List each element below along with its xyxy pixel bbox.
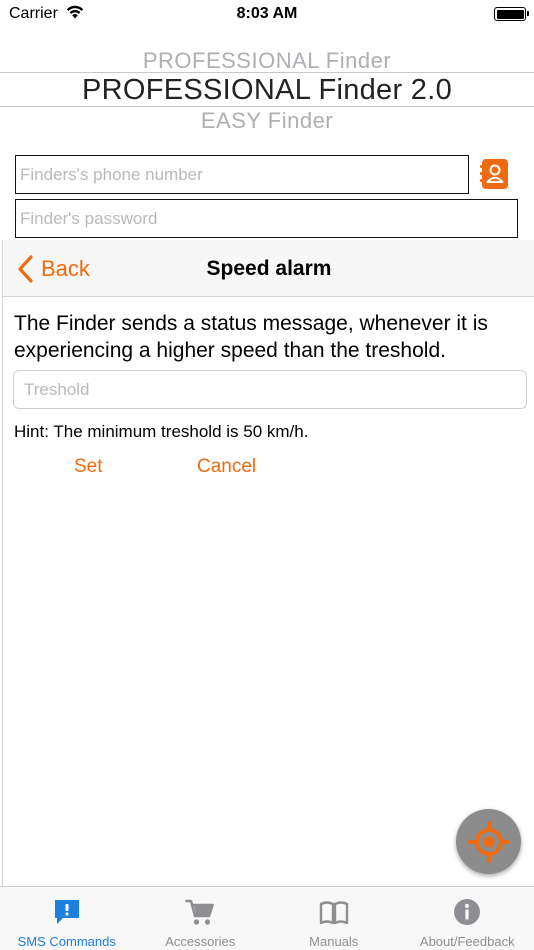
threshold-placeholder: Treshold: [24, 379, 90, 399]
locate-button[interactable]: [456, 809, 521, 874]
tab-sms-commands[interactable]: SMS Commands: [0, 887, 134, 950]
phone-number-input[interactable]: Finders's phone number: [15, 155, 469, 194]
tab-label: About/Feedback: [419, 934, 515, 949]
speed-alarm-description: The Finder sends a status message, whene…: [14, 312, 488, 362]
tab-label: SMS Commands: [17, 934, 116, 949]
message-alert-icon: [54, 900, 79, 924]
threshold-input[interactable]: Treshold: [13, 370, 527, 409]
phone-number-placeholder: Finders's phone number: [20, 164, 203, 184]
page-title: Speed alarm: [206, 257, 332, 280]
tab-bar: SMS Commands Accessories Manuals About/F…: [0, 886, 534, 950]
crosshair-icon: [467, 820, 510, 863]
clock: 8:03 AM: [236, 5, 298, 22]
tab-accessories[interactable]: Accessories: [134, 887, 268, 950]
finder-type-picker[interactable]: PROFESSIONAL Finder PROFESSIONAL Finder …: [0, 40, 534, 140]
set-button[interactable]: Set: [74, 456, 103, 478]
picker-option[interactable]: PROFESSIONAL Finder: [0, 48, 534, 74]
tab-manuals[interactable]: Manuals: [267, 887, 401, 950]
info-icon: [454, 899, 481, 925]
tab-label: Manuals: [309, 934, 359, 949]
tab-label: Accessories: [165, 934, 236, 949]
cancel-button[interactable]: Cancel: [197, 456, 256, 478]
contacts-icon[interactable]: [480, 157, 510, 191]
picker-selected-option[interactable]: PROFESSIONAL Finder 2.0: [0, 74, 534, 107]
app-screen: Carrier 8:03 AM PROFESSIONAL Finder PROF…: [0, 0, 534, 950]
hint-text: Hint: The minimum treshold is 50 km/h.: [14, 422, 309, 441]
password-input[interactable]: Finder's password: [15, 199, 518, 238]
battery-icon: [494, 7, 529, 21]
speed-alarm-sheet: Back Speed alarm The Finder sends a stat…: [2, 240, 534, 886]
picker-option[interactable]: EASY Finder: [0, 108, 534, 134]
cart-icon: [185, 899, 215, 925]
navigation-bar: Back Speed alarm: [3, 240, 534, 297]
status-bar: Carrier 8:03 AM: [0, 0, 534, 28]
tab-about-feedback[interactable]: About/Feedback: [401, 887, 534, 950]
password-placeholder: Finder's password: [20, 208, 158, 228]
book-icon: [319, 901, 348, 925]
